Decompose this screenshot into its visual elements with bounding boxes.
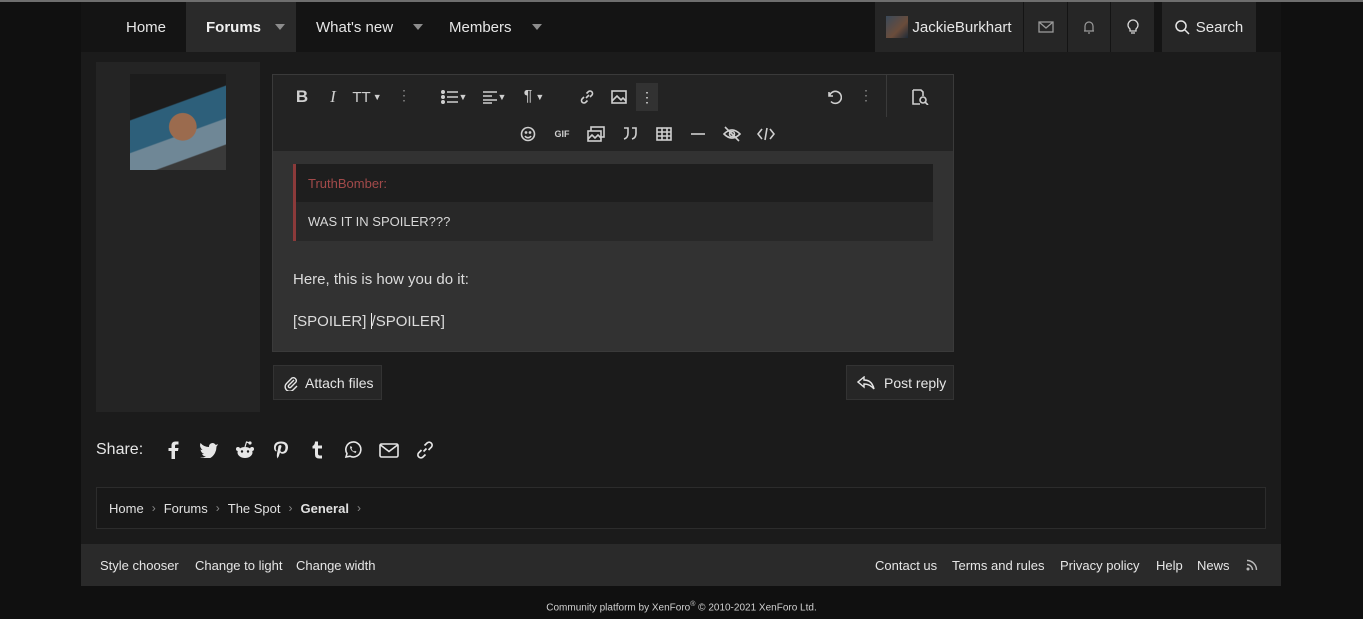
inbox-button[interactable] — [1024, 2, 1067, 52]
breadcrumb-home[interactable]: Home — [109, 501, 144, 516]
list-icon[interactable]: ▼ — [439, 86, 469, 108]
change-width-link[interactable]: Change width — [296, 558, 376, 573]
paragraph-icon[interactable]: ¶ ▼ — [519, 86, 549, 108]
chevron-down-icon[interactable] — [275, 24, 286, 30]
search-icon — [1174, 19, 1190, 35]
media-icon[interactable] — [585, 123, 607, 145]
editor-toolbar: B I TT ▼ ⋮ ▼ ▼ ¶ ▼ ⋮ ⋮ — [273, 75, 953, 117]
facebook-icon[interactable] — [155, 441, 191, 459]
quote-author[interactable]: TruthBomber: — [296, 164, 933, 202]
contact-us-link[interactable]: Contact us — [875, 558, 937, 573]
table-icon[interactable] — [653, 123, 675, 145]
link-icon[interactable] — [576, 86, 598, 108]
style-variation-button[interactable] — [1111, 2, 1154, 52]
quote-text: WAS IT IN SPOILER??? — [308, 214, 451, 229]
search-button[interactable]: Search — [1162, 2, 1256, 52]
chevron-down-icon[interactable] — [413, 24, 424, 30]
news-link[interactable]: News — [1197, 558, 1230, 573]
spoiler-eye-slash-icon[interactable] — [721, 123, 743, 145]
preview-icon[interactable] — [909, 86, 931, 108]
code-icon[interactable] — [755, 123, 777, 145]
attach-files-button[interactable]: Attach files — [273, 365, 382, 400]
avatar — [886, 16, 909, 38]
share-bar: Share: — [96, 436, 443, 464]
chevron-down-icon[interactable] — [531, 24, 542, 30]
text-size-icon[interactable]: TT ▼ — [352, 86, 382, 108]
smilie-icon[interactable] — [517, 123, 539, 145]
breadcrumb-forums[interactable]: Forums — [164, 501, 208, 516]
more-options-icon[interactable]: ⋮ — [397, 87, 411, 104]
more-options-icon[interactable]: ⋮ — [859, 87, 873, 104]
user-menu[interactable]: JackieBurkhart — [875, 2, 1023, 52]
paperclip-icon — [284, 375, 298, 391]
top-nav: Home Forums What's new Members JackieBur… — [81, 2, 1281, 52]
reply-icon — [857, 375, 875, 390]
toolbar-divider — [886, 75, 887, 117]
breadcrumb-general[interactable]: General — [301, 501, 349, 516]
lightbulb-icon — [1126, 19, 1139, 35]
envelope-icon — [1037, 21, 1054, 33]
align-icon[interactable]: ▼ — [479, 86, 509, 108]
post-reply-button[interactable]: Post reply — [846, 365, 954, 400]
chevron-right-icon: › — [288, 501, 293, 515]
editor-line: Here, this is how you do it: — [293, 271, 469, 288]
footer: Style chooser Change to light Change wid… — [81, 544, 1281, 586]
italic-icon[interactable]: I — [322, 86, 344, 108]
reddit-icon[interactable] — [227, 441, 263, 459]
share-label: Share: — [96, 441, 144, 458]
nav-whats-new[interactable]: What's new — [316, 2, 424, 52]
privacy-link[interactable]: Privacy policy — [1060, 558, 1139, 573]
nav-home[interactable]: Home — [126, 2, 166, 52]
bold-icon[interactable]: B — [291, 86, 313, 108]
editor-toolbar-secondary: GIF — [273, 117, 953, 151]
alerts-button[interactable] — [1068, 2, 1110, 52]
chevron-right-icon: › — [151, 501, 156, 515]
whatsapp-icon[interactable] — [335, 441, 371, 459]
nav-members[interactable]: Members — [449, 2, 542, 52]
copyright: Community platform by XenForo® © 2010-20… — [546, 601, 817, 614]
email-icon[interactable] — [371, 442, 407, 458]
breadcrumb: Home › Forums › The Spot › General › — [96, 487, 1266, 529]
avatar[interactable] — [130, 74, 226, 170]
rss-icon[interactable] — [1246, 559, 1258, 574]
chevron-right-icon: › — [215, 501, 220, 515]
pinterest-icon[interactable] — [263, 441, 299, 459]
nav-forums[interactable]: Forums — [186, 2, 296, 52]
rich-text-editor[interactable]: B I TT ▼ ⋮ ▼ ▼ ¶ ▼ ⋮ ⋮ GIF TruthBomber: WA… — [272, 74, 954, 352]
twitter-icon[interactable] — [191, 442, 227, 458]
style-chooser-link[interactable]: Style chooser — [100, 558, 179, 573]
terms-link[interactable]: Terms and rules — [952, 558, 1044, 573]
tumblr-icon[interactable] — [299, 441, 335, 459]
chevron-right-icon: › — [356, 501, 361, 515]
bell-icon — [1082, 20, 1096, 35]
change-to-light-link[interactable]: Change to light — [195, 558, 282, 573]
more-insert-icon[interactable]: ⋮ — [636, 83, 658, 111]
undo-icon[interactable] — [823, 86, 845, 108]
link-icon[interactable] — [407, 440, 443, 460]
editor-line: [SPOILER] /SPOILER] — [293, 313, 445, 330]
help-link[interactable]: Help — [1156, 558, 1183, 573]
breadcrumb-the-spot[interactable]: The Spot — [228, 501, 281, 516]
quote-block: TruthBomber: WAS IT IN SPOILER??? — [293, 164, 933, 241]
gif-icon[interactable]: GIF — [551, 123, 573, 145]
quote-icon[interactable] — [619, 123, 641, 145]
image-icon[interactable] — [608, 86, 630, 108]
horizontal-line-icon[interactable] — [687, 123, 709, 145]
